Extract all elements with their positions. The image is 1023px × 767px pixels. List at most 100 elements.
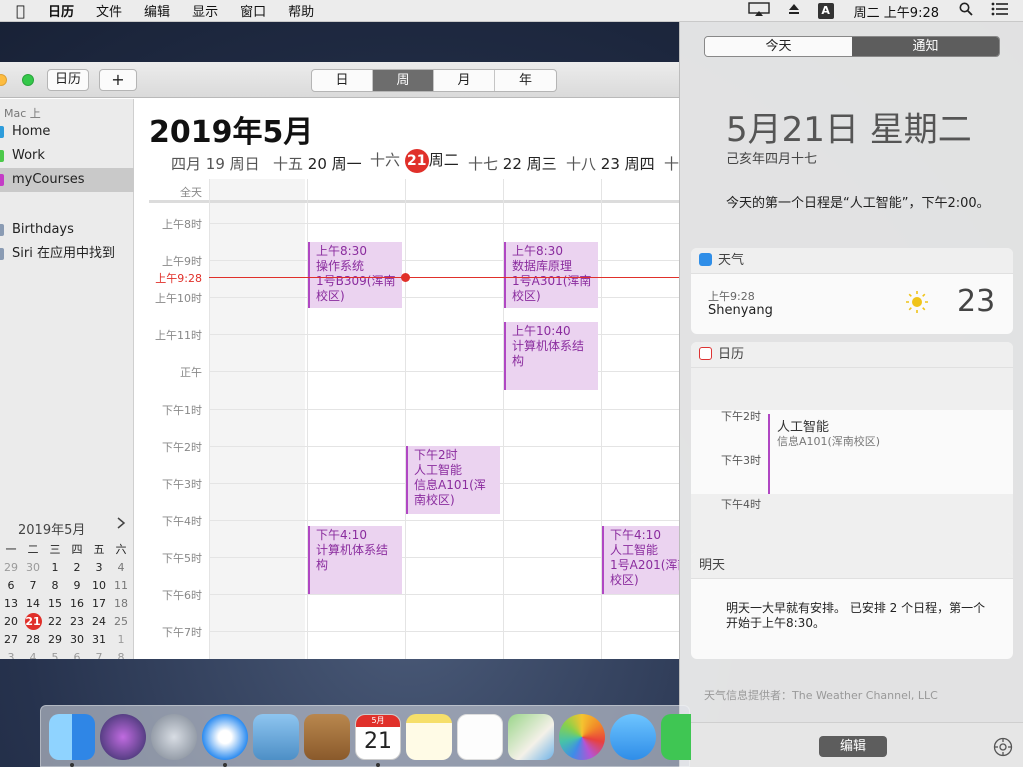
mini-calendar-day[interactable]: 29 [44, 631, 66, 649]
notes-icon[interactable] [406, 714, 452, 760]
calendar-color-checkbox[interactable] [0, 126, 4, 138]
maps-icon[interactable] [508, 714, 554, 760]
mini-calendar-day[interactable]: 8 [110, 649, 132, 659]
calendar-icon[interactable]: 5月 21 [355, 714, 401, 760]
sidebar-item-siri-found[interactable]: Siri 在应用中找到 [0, 242, 134, 266]
view-month-tab[interactable]: 月 [434, 70, 495, 91]
mini-calendar-day[interactable]: 1 [110, 631, 132, 649]
mini-calendar-day[interactable]: 14 [22, 595, 44, 613]
menu-help[interactable]: 帮助 [277, 1, 325, 20]
minimize-button[interactable] [0, 74, 7, 86]
sidebar-item-work[interactable]: Work [0, 144, 134, 168]
spotlight-search-icon[interactable] [959, 2, 973, 20]
calendars-button[interactable]: 日历 [47, 69, 89, 91]
zoom-button[interactable] [22, 74, 34, 86]
mini-calendar-day[interactable]: 16 [66, 595, 88, 613]
photos-icon[interactable] [559, 714, 605, 760]
weather-provider-link[interactable]: 天气信息提供者：The Weather Channel, LLC [704, 687, 938, 703]
day-header-thu[interactable]: 十八 23 周四 [566, 153, 655, 174]
tomorrow-widget[interactable]: 明天 明天一大早就有安排。 已安排 2 个日程，第一个开始于上午8:30。 [691, 553, 1013, 659]
messages-icon[interactable] [610, 714, 656, 760]
sidebar-item-mycourses[interactable]: myCourses [0, 168, 134, 192]
mini-calendar-day[interactable]: 10 [88, 577, 110, 595]
input-source-icon[interactable]: A [817, 3, 834, 19]
chevron-right-icon[interactable] [116, 517, 126, 533]
mini-calendar-day[interactable]: 11 [110, 577, 132, 595]
mini-calendar-day[interactable]: 25 [110, 613, 132, 631]
mini-calendar-day[interactable]: 23 [66, 613, 88, 631]
mini-calendar-day[interactable]: 1 [44, 559, 66, 577]
add-event-button[interactable]: + [99, 69, 137, 91]
eject-icon[interactable] [788, 3, 800, 19]
sidebar-item-home[interactable]: Home [0, 120, 134, 144]
mail-icon[interactable] [253, 714, 299, 760]
calendar-event[interactable]: 下午4:10人工智能1号A201(浑南校区) [602, 525, 680, 594]
safari-icon[interactable] [202, 714, 248, 760]
mini-calendar-day[interactable]: 21 [22, 613, 44, 631]
mini-calendar-day[interactable]: 31 [88, 631, 110, 649]
mini-calendar-day[interactable]: 24 [88, 613, 110, 631]
mini-calendar-day[interactable]: 4 [22, 649, 44, 659]
mini-calendar-day[interactable]: 30 [22, 559, 44, 577]
mini-calendar-day[interactable]: 17 [88, 595, 110, 613]
siri-icon[interactable] [100, 714, 146, 760]
mini-calendar-day[interactable]: 29 [0, 559, 22, 577]
menu-clock[interactable]: 周二 上午9:28 [843, 2, 950, 21]
mini-calendar-day[interactable]: 30 [66, 631, 88, 649]
calendar-event[interactable]: 下午2时 人工智能 信息A101(浑南校区) [406, 445, 500, 514]
calendar-color-checkbox[interactable] [0, 224, 4, 236]
menu-window[interactable]: 窗口 [229, 1, 277, 20]
facetime-icon[interactable] [661, 714, 691, 760]
calendar-event[interactable]: 上午10:40 计算机体系结构 [504, 321, 598, 390]
sidebar-item-birthdays[interactable]: Birthdays [0, 218, 134, 242]
tab-notifications[interactable]: 通知 [852, 37, 999, 56]
menu-view[interactable]: 显示 [181, 1, 229, 20]
day-header-sun[interactable]: 四月 19 周日 [171, 153, 260, 174]
calendar-widget[interactable]: 日历 下午2时 下午3时 下午4时 人工智能 信息A101(浑南校区) [691, 342, 1013, 566]
week-grid[interactable]: 全天 上午8时 上午9时 上午10时 上午11时 正午 下午1时 下午2时 下午3时 下午4时下… [135, 179, 680, 659]
day-header-tue[interactable]: 十六 21 周二 [370, 149, 459, 173]
mini-calendar-day[interactable]: 3 [0, 649, 22, 659]
contacts-icon[interactable] [304, 714, 350, 760]
mini-calendar-day[interactable]: 7 [22, 577, 44, 595]
mini-calendar-day[interactable]: 7 [88, 649, 110, 659]
day-header-fri[interactable]: 十 [664, 153, 679, 174]
mini-calendar-day[interactable]: 15 [44, 595, 66, 613]
mini-calendar-day[interactable]: 6 [0, 577, 22, 595]
mini-calendar-day[interactable]: 28 [22, 631, 44, 649]
mini-calendar-day[interactable]: 13 [0, 595, 22, 613]
calendar-event[interactable]: 上午8:30 数据库原理 1号A301(浑南校区) [504, 241, 598, 309]
mini-calendar-day[interactable]: 27 [0, 631, 22, 649]
menu-app-calendar[interactable]: 日历 [37, 1, 85, 20]
view-year-tab[interactable]: 年 [495, 70, 556, 91]
mini-calendar-day[interactable]: 5 [44, 649, 66, 659]
view-week-tab[interactable]: 周 [373, 70, 434, 91]
launchpad-icon[interactable] [151, 714, 197, 760]
airplay-icon[interactable] [747, 2, 770, 20]
mini-calendar-day[interactable]: 2 [66, 559, 88, 577]
gear-icon[interactable] [993, 737, 1013, 762]
finder-icon[interactable] [49, 714, 95, 760]
day-header-wed[interactable]: 十七 22 周三 [468, 153, 557, 174]
mini-calendar-day[interactable]: 9 [66, 577, 88, 595]
mini-calendar-day[interactable]: 3 [88, 559, 110, 577]
mini-calendar-day[interactable]: 22 [44, 613, 66, 631]
notification-center-icon[interactable] [991, 2, 1009, 20]
menu-file[interactable]: 文件 [85, 1, 133, 20]
mini-calendar-day[interactable]: 8 [44, 577, 66, 595]
apple-menu-icon[interactable]:  [0, 2, 37, 20]
edit-button[interactable]: 编辑 [819, 736, 887, 757]
menu-edit[interactable]: 编辑 [133, 1, 181, 20]
mini-calendar-day[interactable]: 20 [0, 613, 22, 631]
calendar-color-checkbox[interactable] [0, 150, 4, 162]
mini-calendar-day[interactable]: 6 [66, 649, 88, 659]
calendar-event[interactable]: 上午8:30 操作系统 1号B309(浑南校区) [308, 241, 402, 309]
weather-widget[interactable]: 天气 上午9:28 Shenyang 23 [691, 248, 1013, 334]
day-header-mon[interactable]: 十五 20 周一 [273, 153, 362, 174]
tab-today[interactable]: 今天 [705, 37, 852, 56]
mini-calendar-day[interactable]: 4 [110, 559, 132, 577]
view-day-tab[interactable]: 日 [312, 70, 373, 91]
reminders-icon[interactable] [457, 714, 503, 760]
mini-calendar-day[interactable]: 18 [110, 595, 132, 613]
calendar-color-checkbox[interactable] [0, 248, 4, 260]
